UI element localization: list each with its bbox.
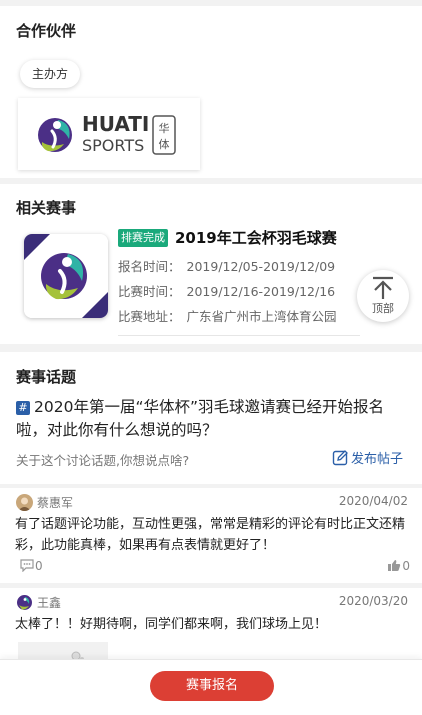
related-events-title: 相关赛事	[16, 199, 77, 217]
topics-section: 赛事话题 #2020年第一届“华体杯”羽毛球邀请赛已经开始报名啦，对此你有什么想…	[0, 352, 422, 484]
huati-emblem-icon	[38, 118, 72, 152]
venue-row: 比赛地址： 广东省广州市上湾体育公园	[118, 306, 337, 325]
partner-logo-card[interactable]: HUATI SPORTS 华 体	[18, 98, 200, 170]
back-to-top-label: 顶部	[372, 302, 394, 315]
reply-count: 0	[35, 559, 43, 573]
comment-date: 2020/04/02	[338, 494, 408, 508]
user-avatar-icon	[16, 494, 33, 511]
event-logo-icon	[24, 234, 108, 318]
topic-question[interactable]: #2020年第一届“华体杯”羽毛球邀请赛已经开始报名啦，对此你有什么想说的吗？	[16, 396, 396, 442]
organizer-tag[interactable]: 主办方	[20, 60, 81, 88]
topic-hint: 关于这个讨论话题,你想说点啥?	[16, 453, 190, 468]
event-status-badge: 排赛完成	[118, 229, 168, 247]
huati-sports-logo: HUATI SPORTS 华 体	[38, 112, 176, 155]
signup-time-label: 报名时间：	[118, 259, 181, 274]
comment-item: 蔡惠军 2020/04/02 有了话题评论功能，互动性更强，常常是精彩的评论有时…	[0, 488, 422, 583]
topics-title: 赛事话题	[16, 368, 77, 386]
comment-icon	[20, 559, 34, 573]
svg-text:SPORTS: SPORTS	[82, 136, 144, 155]
comment-text: 太棒了！！好期待啊，同学们都来啊，我们球场上见！	[15, 617, 328, 632]
arrow-up-icon	[373, 276, 393, 299]
hashtag-icon: #	[16, 401, 30, 415]
partners-title: 合作伙伴	[16, 22, 77, 40]
bottom-action-bar: 赛事报名	[0, 659, 422, 715]
comment-item: 王鑫 2020/03/20 太棒了！！好期待啊，同学们都来啊，我们球场上见！	[0, 588, 422, 663]
signup-time-row: 报名时间： 2019/12/05-2019/12/09	[118, 256, 335, 275]
logo-seal-bottom: 体	[159, 137, 170, 151]
related-events-section: 相关赛事 排赛完成 2019年工会杯羽毛球赛 报名时间： 2019/12/05-2…	[0, 184, 422, 344]
match-time-value: 2019/12/16-2019/12/16	[186, 284, 336, 299]
register-button[interactable]: 赛事报名	[150, 671, 274, 701]
back-to-top-button[interactable]: 顶部	[357, 270, 409, 322]
comment-reply-button[interactable]: 0	[20, 559, 43, 573]
avatar[interactable]	[16, 494, 33, 511]
topic-question-text: 2020年第一届“华体杯”羽毛球邀请赛已经开始报名啦，对此你有什么想说的吗？	[16, 398, 385, 439]
comment-text: 有了话题评论功能，互动性更强，常常是精彩的评论有时比正文还精彩，此功能真棒，如果…	[15, 517, 406, 553]
partners-section: 合作伙伴 主办方 HUATI SPORTS 华 体	[0, 6, 422, 178]
venue-label: 比赛地址：	[118, 309, 181, 324]
comment-date: 2020/03/20	[338, 594, 408, 608]
match-time-row: 比赛时间： 2019/12/16-2019/12/16	[118, 281, 335, 300]
comment-like-button[interactable]: 0	[387, 559, 410, 573]
post-topic-button[interactable]: 发布帖子	[332, 448, 403, 467]
user-avatar-icon	[16, 594, 33, 611]
comment-username[interactable]: 王鑫	[37, 594, 61, 611]
comment-username[interactable]: 蔡惠军	[37, 494, 73, 511]
avatar[interactable]	[16, 594, 33, 611]
venue-value: 广东省广州市上湾体育公园	[186, 309, 337, 324]
event-divider	[118, 335, 360, 336]
like-count: 0	[402, 559, 410, 573]
svg-text:HUATI: HUATI	[82, 112, 149, 136]
signup-time-value: 2019/12/05-2019/12/09	[186, 259, 336, 274]
edit-icon	[332, 450, 348, 466]
event-thumbnail[interactable]	[24, 234, 108, 318]
post-topic-label: 发布帖子	[351, 452, 404, 467]
event-name[interactable]: 2019年工会杯羽毛球赛	[175, 227, 337, 248]
thumbs-up-icon	[388, 560, 401, 571]
logo-seal-top: 华	[159, 121, 170, 135]
match-time-label: 比赛时间：	[118, 284, 181, 299]
